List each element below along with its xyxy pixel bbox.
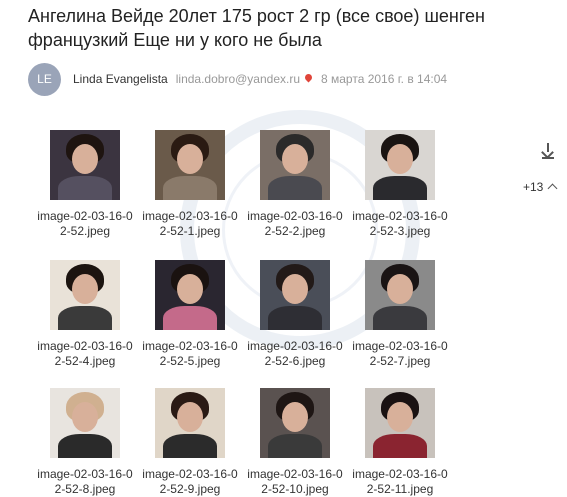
attachment-thumbnail[interactable] xyxy=(260,130,330,200)
attachment-item[interactable]: image-02-03-16-02-52-10.jpeg xyxy=(245,388,345,497)
attachment-thumbnail[interactable] xyxy=(50,388,120,458)
attachment-filename[interactable]: image-02-03-16-02-52-9.jpeg xyxy=(140,467,240,497)
attachment-thumbnail[interactable] xyxy=(365,388,435,458)
chevron-up-icon xyxy=(547,183,558,194)
email-subject: Ангелина Вейде 20лет 175 рост 2 гр (все … xyxy=(28,6,485,50)
attachment-item[interactable]: image-02-03-16-02-52-2.jpeg xyxy=(245,130,345,239)
download-icon[interactable] xyxy=(541,143,555,159)
sent-date: 8 марта 2016 г. в 14:04 xyxy=(321,72,448,86)
attachment-filename[interactable]: image-02-03-16-02-52-7.jpeg xyxy=(350,339,450,369)
attachment-filename[interactable]: image-02-03-16-02-52-4.jpeg xyxy=(35,339,135,369)
attachment-thumbnail[interactable] xyxy=(50,260,120,330)
attachment-filename[interactable]: image-02-03-16-02-52-8.jpeg xyxy=(35,467,135,497)
attachment-thumbnail[interactable] xyxy=(155,260,225,330)
location-pin-icon xyxy=(304,74,313,85)
sender-name[interactable]: Linda Evangelista xyxy=(73,72,168,86)
attachment-filename[interactable]: image-02-03-16-02-52-2.jpeg xyxy=(245,209,345,239)
attachment-thumbnail[interactable] xyxy=(260,260,330,330)
attachment-filename[interactable]: image-02-03-16-02-52-6.jpeg xyxy=(245,339,345,369)
attachment-item[interactable]: image-02-03-16-02-52.jpeg xyxy=(35,130,135,239)
attachment-item[interactable]: image-02-03-16-02-52-6.jpeg xyxy=(245,260,345,369)
more-attachments-button[interactable]: +13 xyxy=(523,180,558,194)
attachment-item[interactable]: image-02-03-16-02-52-7.jpeg xyxy=(350,260,450,369)
more-attachments-label: +13 xyxy=(523,180,544,194)
attachment-filename[interactable]: image-02-03-16-02-52-5.jpeg xyxy=(140,339,240,369)
avatar[interactable]: LE xyxy=(28,62,61,96)
attachment-filename[interactable]: image-02-03-16-02-52-3.jpeg xyxy=(350,209,450,239)
attachment-item[interactable]: image-02-03-16-02-52-4.jpeg xyxy=(35,260,135,369)
attachment-thumbnail[interactable] xyxy=(260,388,330,458)
sender-row: LE Linda Evangelista linda.dobro@yandex.… xyxy=(28,62,558,96)
attachment-filename[interactable]: image-02-03-16-02-52.jpeg xyxy=(35,209,135,239)
attachment-filename[interactable]: image-02-03-16-02-52-10.jpeg xyxy=(245,467,345,497)
attachment-thumbnail[interactable] xyxy=(365,260,435,330)
attachment-item[interactable]: image-02-03-16-02-52-1.jpeg xyxy=(140,130,240,239)
attachment-filename[interactable]: image-02-03-16-02-52-11.jpeg xyxy=(350,467,450,497)
attachment-item[interactable]: image-02-03-16-02-52-3.jpeg xyxy=(350,130,450,239)
attachment-filename[interactable]: image-02-03-16-02-52-1.jpeg xyxy=(140,209,240,239)
attachment-thumbnail[interactable] xyxy=(50,130,120,200)
attachments-grid: image-02-03-16-02-52.jpeg image-02-03-16-… xyxy=(35,130,455,496)
attachment-thumbnail[interactable] xyxy=(365,130,435,200)
attachment-item[interactable]: image-02-03-16-02-52-8.jpeg xyxy=(35,388,135,497)
attachment-thumbnail[interactable] xyxy=(155,388,225,458)
attachment-item[interactable]: image-02-03-16-02-52-5.jpeg xyxy=(140,260,240,369)
attachment-item[interactable]: image-02-03-16-02-52-11.jpeg xyxy=(350,388,450,497)
attachment-thumbnail[interactable] xyxy=(155,130,225,200)
attachment-item[interactable]: image-02-03-16-02-52-9.jpeg xyxy=(140,388,240,497)
sender-email[interactable]: linda.dobro@yandex.ru xyxy=(176,72,300,86)
